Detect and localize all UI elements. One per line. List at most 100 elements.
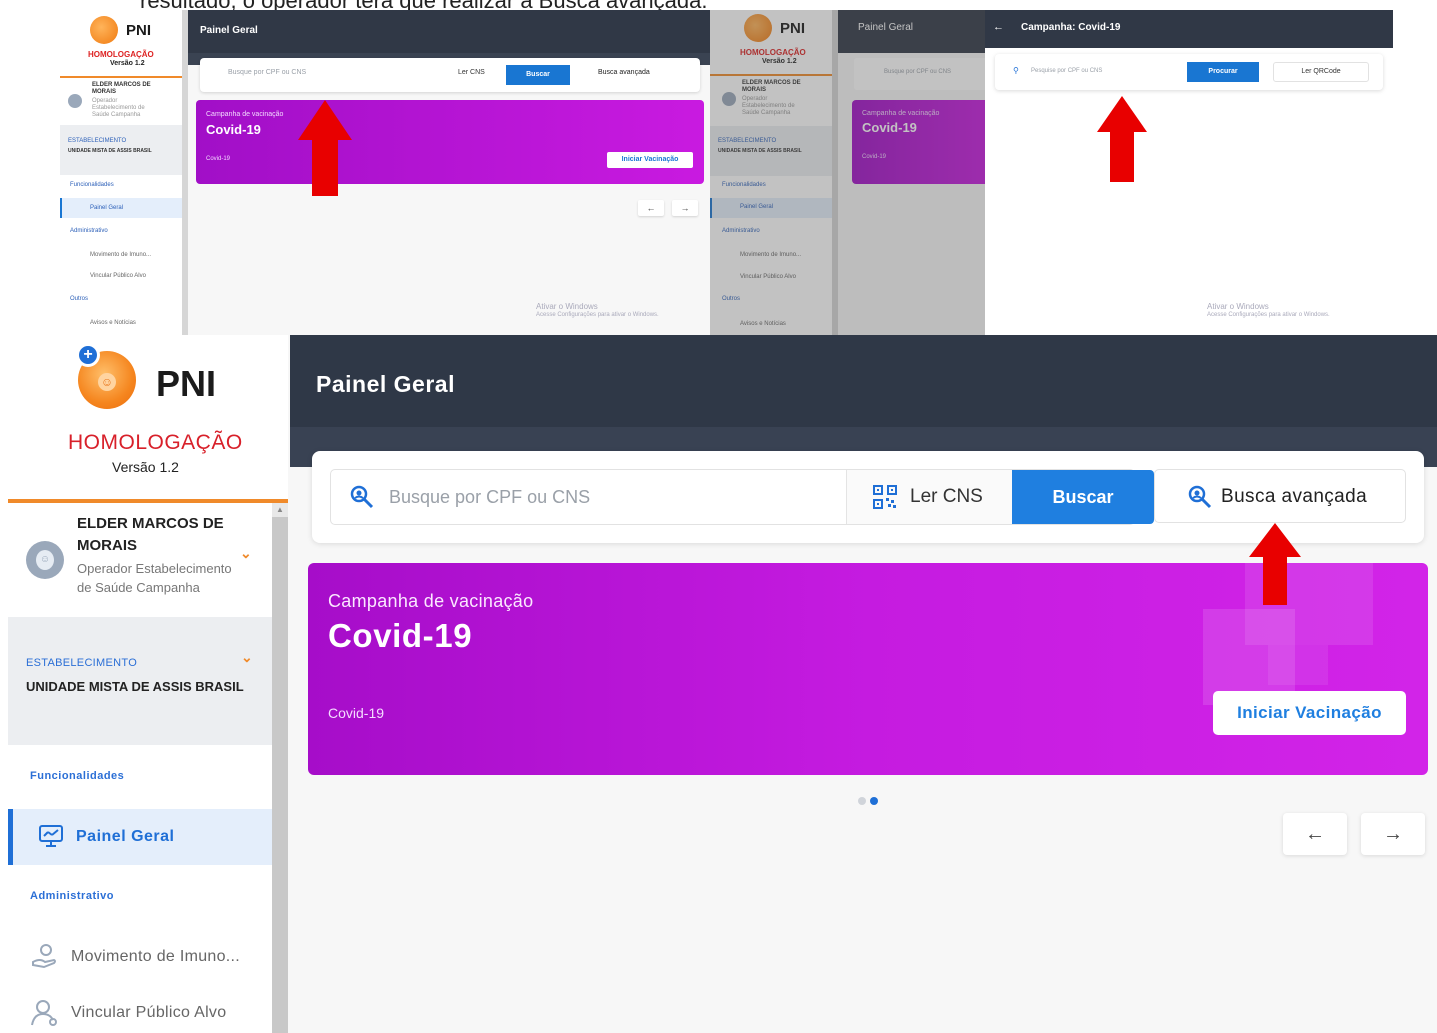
panel-watermark-1: Ativar o Windows xyxy=(1207,302,1269,311)
mini-environment: HOMOLOGAÇÃO xyxy=(88,50,154,59)
document-page: resultado, o operador terá que realizar … xyxy=(0,0,1437,1033)
mini-sidebar: PNI HOMOLOGAÇÃO Versão 1.2 ELDER MARCOS … xyxy=(60,10,188,335)
mini-nav-painel: Painel Geral xyxy=(90,205,124,211)
scroll-up-icon[interactable]: ▲ xyxy=(272,503,288,517)
plus-icon: + xyxy=(76,343,100,367)
user-block[interactable]: ☺ ELDER MARCOS DE MORAIS Operador Estabe… xyxy=(8,503,272,617)
mini-campaign-label: Campanha de vacinação xyxy=(206,111,284,118)
qrcode-icon xyxy=(873,485,897,509)
carousel-dot-active[interactable] xyxy=(870,797,878,805)
sidebar-item-label: Movimento de Imuno... xyxy=(71,948,241,965)
mini-section-features: Funcionalidades xyxy=(70,182,114,188)
red-arrow-annotation-2 xyxy=(1097,96,1147,182)
panel-back-arrow[interactable]: ← xyxy=(993,21,1004,33)
carousel-dots xyxy=(858,792,882,810)
mini-watermark-1: Ativar o Windows xyxy=(536,302,598,311)
mini-nav-vincular[interactable]: Vincular Público Alvo xyxy=(90,273,146,279)
environment-label: HOMOLOGAÇÃO xyxy=(68,431,243,454)
start-vaccination-button[interactable]: Iniciar Vacinação xyxy=(1213,691,1406,735)
mini-version: Versão 1.2 xyxy=(110,60,145,67)
mini-buscar-button[interactable]: Buscar xyxy=(506,65,570,85)
panel-search-card: ⚲ Pesquise por CPF ou CNS Procurar Ler Q… xyxy=(995,54,1383,90)
sidebar-item-label: Vincular Público Alvo xyxy=(71,1004,227,1021)
mini-prev-button[interactable]: ← xyxy=(638,200,664,216)
mini-search-input[interactable]: Busque por CPF ou CNS xyxy=(228,69,306,76)
page-title: Painel Geral xyxy=(316,371,455,397)
carousel-next-button[interactable]: → xyxy=(1361,813,1425,855)
read-cns-label: Ler CNS xyxy=(910,486,983,507)
sidebar-item-label: Painel Geral xyxy=(76,828,175,845)
establishment-name: UNIDADE MISTA DE ASSIS BRASIL xyxy=(26,679,244,694)
sidebar-item-movimento[interactable]: Movimento de Imuno... xyxy=(8,936,272,976)
logo-text: PNI xyxy=(156,363,217,404)
campaign-tag: Covid-19 xyxy=(328,705,385,721)
panel-procurar-button[interactable]: Procurar xyxy=(1187,62,1259,82)
mini-start-button[interactable]: Iniciar Vacinação xyxy=(607,152,693,168)
user-role: Operador Estabelecimento de Saúde Campan… xyxy=(77,561,232,595)
search-input[interactable]: Busque por CPF ou CNS Ler CNS Buscar xyxy=(330,469,1154,525)
user-link-icon xyxy=(31,1000,57,1026)
search-user-icon xyxy=(1188,485,1212,509)
mini-logo-text: PNI xyxy=(126,22,152,39)
mini-est-name: UNIDADE MISTA DE ASSIS BRASIL xyxy=(68,148,152,154)
mini-section-admin: Administrativo xyxy=(70,228,108,234)
panel-search-input[interactable]: Pesquise por CPF ou CNS xyxy=(1031,68,1102,74)
campaign-label: Campanha de vacinação xyxy=(328,591,534,611)
user-name: ELDER MARCOS DE MORAIS xyxy=(77,515,224,554)
vaccine-hand-icon xyxy=(32,944,56,969)
mini-next-button[interactable]: → xyxy=(672,200,698,216)
mini-user-name: ELDER MARCOS DE MORAIS xyxy=(92,82,151,95)
mini-nav-avisos[interactable]: Avisos e Notícias xyxy=(90,320,136,326)
mini-user-role: Operador Estabelecimento de Saúde Campan… xyxy=(92,98,145,118)
panel-ler-qrcode-button[interactable]: Ler QRCode xyxy=(1273,62,1369,82)
search-icon xyxy=(350,485,374,509)
mini-campaign-name: Covid-19 xyxy=(206,122,261,137)
panel-watermark-2: Acesse Configurações para ativar o Windo… xyxy=(1207,312,1330,318)
search-button[interactable]: Buscar xyxy=(1012,470,1154,524)
mini-avatar xyxy=(68,94,82,108)
advanced-search-label: Busca avançada xyxy=(1221,486,1368,507)
mini-overlay-dim xyxy=(710,10,985,335)
sidebar-item-vincular[interactable]: Vincular Público Alvo xyxy=(8,992,272,1032)
header-bar: Painel Geral xyxy=(290,335,1437,427)
mini-search-card: Busque por CPF ou CNS Ler CNS Buscar Bus… xyxy=(200,58,700,92)
user-drop-icon: ☺ xyxy=(36,550,54,570)
thumbnail-campaign-panel: PNI HOMOLOGAÇÃO Versão 1.2 ELDER MARCOS … xyxy=(710,10,1393,335)
panel-topbar: ← Campanha: Covid-19 xyxy=(985,10,1393,48)
search-placeholder: Busque por CPF ou CNS xyxy=(389,487,591,507)
mini-nav-movimento[interactable]: Movimento de Imuno... xyxy=(90,252,151,258)
mini-campaign-card: Campanha de vacinação Covid-19 Covid-19 … xyxy=(196,100,704,184)
red-arrow-annotation-1 xyxy=(298,100,352,196)
establishment-block[interactable]: ESTABELECIMENTO UNIDADE MISTA DE ASSIS B… xyxy=(8,617,272,745)
chevron-down-icon[interactable]: ⌄ xyxy=(240,545,252,562)
section-features-label: Funcionalidades xyxy=(30,770,125,782)
campaign-name: Covid-19 xyxy=(328,617,473,654)
read-cns-button[interactable]: Ler CNS xyxy=(846,470,1012,524)
red-arrow-annotation-3 xyxy=(1249,523,1301,605)
mini-advanced-search[interactable]: Busca avançada xyxy=(598,69,650,76)
section-admin-label: Administrativo xyxy=(30,890,115,902)
panel-search-icon: ⚲ xyxy=(1013,66,1019,75)
carousel-prev-button[interactable]: ← xyxy=(1283,813,1347,855)
mini-topbar: Painel Geral xyxy=(188,10,710,53)
sidebar: ☺ + PNI HOMOLOGAÇÃO Versão 1.2 ☺ ELDER M… xyxy=(8,335,288,1033)
smile-icon: ☺ xyxy=(98,373,116,391)
sidebar-scrollbar[interactable] xyxy=(272,503,288,1033)
mini-main: Painel Geral Busque por CPF ou CNS Ler C… xyxy=(188,10,710,335)
mini-campaign-tag: Covid-19 xyxy=(206,156,231,162)
mini-ler-cns[interactable]: Ler CNS xyxy=(458,69,485,76)
advanced-search-button[interactable]: Busca avançada xyxy=(1154,469,1406,523)
mini-est-label: ESTABELECIMENTO xyxy=(68,138,127,144)
chevron-down-icon[interactable]: ⌄ xyxy=(241,649,253,666)
thumbnail-dashboard: PNI HOMOLOGAÇÃO Versão 1.2 ELDER MARCOS … xyxy=(60,10,710,335)
mini-logo-icon xyxy=(90,16,118,44)
main-screenshot: ☺ + PNI HOMOLOGAÇÃO Versão 1.2 ☺ ELDER M… xyxy=(8,335,1437,1033)
panel-title: Campanha: Covid-19 xyxy=(1021,22,1121,33)
mini-title: Painel Geral xyxy=(200,25,258,36)
version-label: Versão 1.2 xyxy=(112,459,179,475)
carousel-dot[interactable] xyxy=(858,797,866,805)
pni-logo: ☺ + xyxy=(76,343,138,409)
decorative-square xyxy=(1268,645,1328,685)
main-content: Painel Geral Busque por CPF ou CNS Ler C… xyxy=(290,335,1437,1033)
sidebar-item-painel-geral[interactable]: Painel Geral xyxy=(8,809,272,865)
